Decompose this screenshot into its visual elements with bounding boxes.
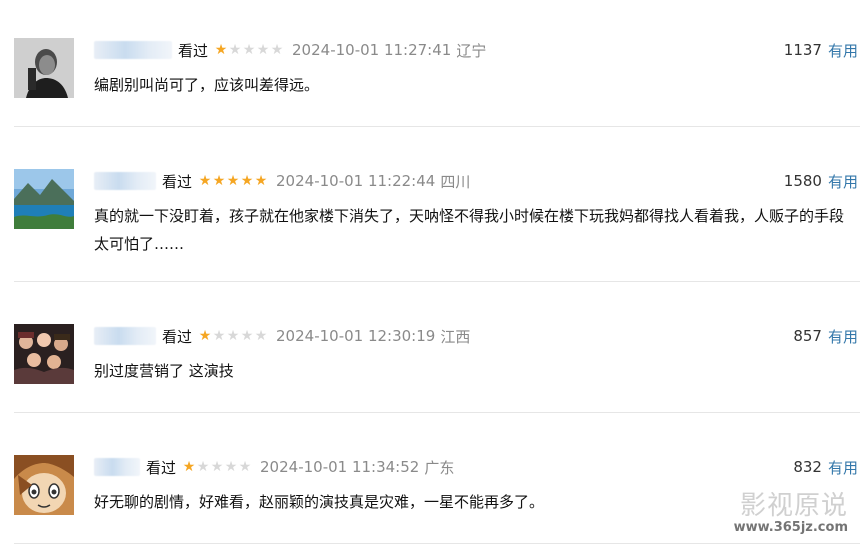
vote-count: 857 (793, 327, 822, 345)
star-empty-icon: ★ (238, 459, 252, 475)
username-redaction (94, 327, 156, 346)
star-empty-icon: ★ (212, 328, 226, 344)
vote-area: 1137 有用 (784, 38, 858, 62)
watch-status: 看过 (146, 458, 177, 477)
star-filled-icon: ★ (254, 173, 268, 189)
comment-time: 2024-10-01 11:22:44 (276, 172, 436, 190)
avatar-image-group-photo (14, 324, 74, 384)
comment-item: 看过 ★ ★ ★ ★ ★ 2024-10-01 11:22:44 四川 1580 有用 … (14, 169, 860, 259)
vote-area: 857 有用 (793, 324, 858, 348)
avatar[interactable] (14, 38, 74, 98)
star-filled-icon: ★ (182, 459, 196, 475)
useful-button[interactable]: 有用 (828, 40, 858, 61)
star-empty-icon: ★ (228, 42, 242, 58)
comment-meta: 看过 ★ ★ ★ ★ ★ 2024-10-01 11:34:52 广东 (94, 455, 454, 479)
comment-item: 看过 ★ ★ ★ ★ ★ 2024-10-01 11:27:41 辽宁 1137 有用 … (14, 38, 860, 108)
star-empty-icon: ★ (226, 328, 240, 344)
useful-button[interactable]: 有用 (828, 171, 858, 192)
rating-stars: ★ ★ ★ ★ ★ (198, 329, 268, 343)
useful-button[interactable]: 有用 (828, 326, 858, 347)
star-empty-icon: ★ (224, 459, 238, 475)
divider (14, 412, 860, 413)
comment-list: 看过 ★ ★ ★ ★ ★ 2024-10-01 11:27:41 辽宁 1137 有用 … (0, 0, 862, 547)
avatar-image-anime (14, 455, 74, 515)
star-filled-icon: ★ (214, 42, 228, 58)
comment-location: 四川 (440, 172, 471, 191)
avatar-image-landscape (14, 169, 74, 229)
vote-area: 1580 有用 (784, 169, 858, 193)
star-filled-icon: ★ (198, 328, 212, 344)
comment-content: 编剧别叫尚可了，应该叫差得远。 (94, 76, 320, 94)
username[interactable] (94, 172, 156, 191)
username-redaction (94, 172, 156, 191)
vote-count: 832 (793, 458, 822, 476)
comment-location: 辽宁 (456, 41, 487, 60)
username-redaction (94, 41, 172, 60)
comment-location: 广东 (424, 458, 455, 477)
vote-count: 1580 (783, 172, 822, 190)
vote-count: 1137 (783, 41, 822, 59)
rating-stars: ★ ★ ★ ★ ★ (214, 43, 284, 57)
star-empty-icon: ★ (242, 42, 256, 58)
avatar[interactable] (14, 455, 74, 515)
username[interactable] (94, 327, 156, 346)
comment-content: 别过度营销了 这演技 (94, 362, 234, 380)
star-empty-icon: ★ (256, 42, 270, 58)
comment-item: 看过 ★ ★ ★ ★ ★ 2024-10-01 12:30:19 江西 857 有用 别… (14, 324, 860, 394)
watch-status: 看过 (162, 327, 193, 346)
avatar[interactable] (14, 324, 74, 384)
comment-time: 2024-10-01 11:34:52 (260, 458, 420, 476)
star-filled-icon: ★ (212, 173, 226, 189)
star-empty-icon: ★ (196, 459, 210, 475)
avatar-image-portrait (14, 38, 74, 98)
star-empty-icon: ★ (240, 328, 254, 344)
rating-stars: ★ ★ ★ ★ ★ (182, 460, 252, 474)
comment-content: 好无聊的剧情，好难看，赵丽颖的演技真是灾难，一星不能再多了。 (94, 493, 545, 511)
rating-stars: ★ ★ ★ ★ ★ (198, 174, 268, 188)
comment-time: 2024-10-01 12:30:19 (276, 327, 436, 345)
star-empty-icon: ★ (210, 459, 224, 475)
star-filled-icon: ★ (226, 173, 240, 189)
avatar[interactable] (14, 169, 74, 229)
divider (14, 281, 860, 282)
vote-area: 832 有用 (793, 455, 858, 479)
username[interactable] (94, 41, 172, 60)
comment-meta: 看过 ★ ★ ★ ★ ★ 2024-10-01 11:27:41 辽宁 (94, 38, 486, 62)
watch-status: 看过 (162, 172, 193, 191)
comment-meta: 看过 ★ ★ ★ ★ ★ 2024-10-01 12:30:19 江西 (94, 324, 470, 348)
username[interactable] (94, 458, 140, 477)
useful-button[interactable]: 有用 (828, 457, 858, 478)
divider (14, 543, 860, 544)
comment-meta: 看过 ★ ★ ★ ★ ★ 2024-10-01 11:22:44 四川 (94, 169, 470, 193)
watch-status: 看过 (178, 41, 209, 60)
star-filled-icon: ★ (240, 173, 254, 189)
comment-content: 真的就一下没盯着，孩子就在他家楼下消失了，天呐怪不得我小时候在楼下玩我妈都得找人… (94, 207, 845, 253)
divider (14, 126, 860, 127)
comment-time: 2024-10-01 11:27:41 (292, 41, 452, 59)
comment-item: 看过 ★ ★ ★ ★ ★ 2024-10-01 11:34:52 广东 832 有用 好… (14, 455, 860, 525)
star-filled-icon: ★ (198, 173, 212, 189)
comment-location: 江西 (440, 327, 471, 346)
username-redaction (94, 458, 140, 477)
star-empty-icon: ★ (254, 328, 268, 344)
star-empty-icon: ★ (270, 42, 284, 58)
